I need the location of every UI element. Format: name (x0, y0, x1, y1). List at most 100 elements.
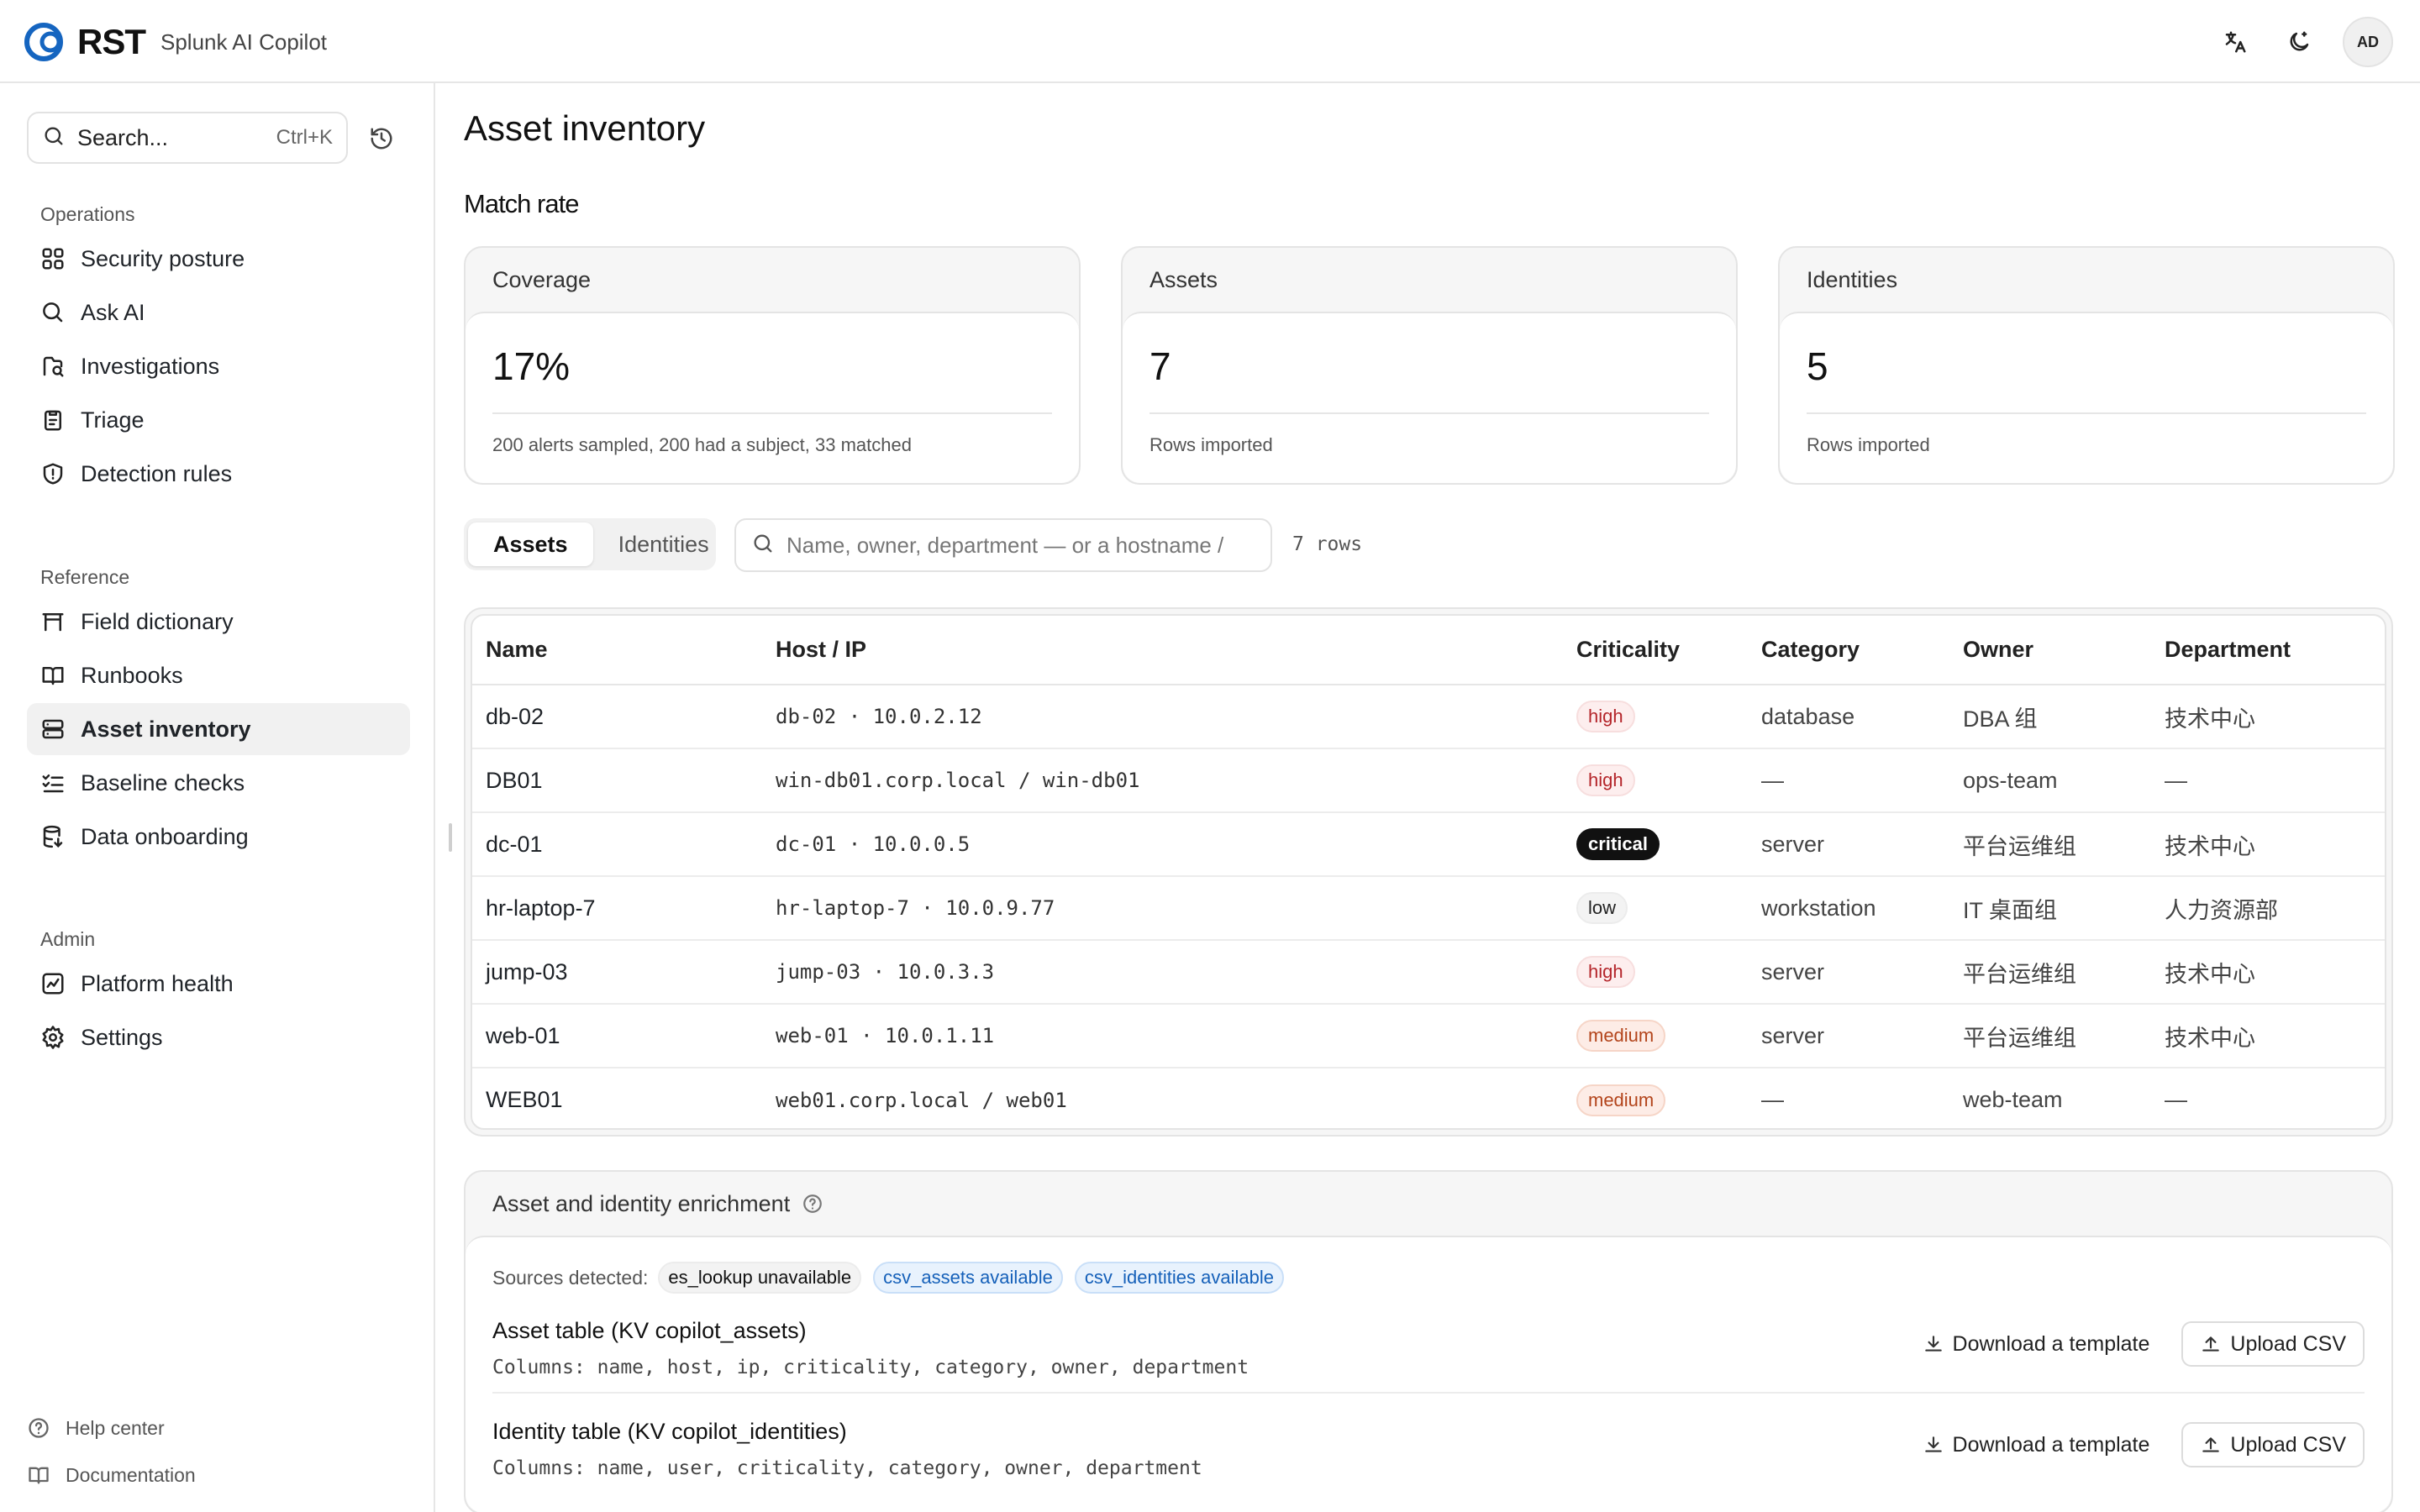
health-chart-icon (42, 973, 64, 995)
top-bar: RST Splunk AI Copilot AD (0, 0, 2420, 83)
cell-name: DB01 (472, 748, 762, 813)
book-icon (29, 1467, 49, 1484)
sidebar-item-triage[interactable]: Triage (27, 394, 410, 446)
nav-heading: Operations (40, 203, 135, 225)
main-content: Asset inventory Match rate Coverage 17% … (464, 83, 2396, 1512)
upload-csv-button[interactable]: Upload CSV (2181, 1321, 2365, 1367)
documentation-link[interactable]: Documentation (27, 1452, 410, 1499)
table-row[interactable]: WEB01 web01.corp.local / web01 medium — web-… (472, 1068, 2385, 1128)
user-avatar[interactable]: AD (2343, 17, 2393, 67)
sidebar-item-label: Security posture (81, 245, 245, 271)
help-center-link[interactable]: Help center (27, 1404, 410, 1452)
sidebar-item-label: Asset inventory (81, 716, 251, 742)
tab-identities[interactable]: Identities (593, 522, 734, 566)
cell-owner: 平台运维组 (1949, 1004, 2151, 1068)
sidebar-item-label: Baseline checks (81, 769, 245, 795)
sidebar-item-runbooks[interactable]: Runbooks (27, 649, 410, 701)
server-icon (42, 719, 64, 739)
sidebar-item-ask-ai[interactable]: Ask AI (27, 286, 410, 339)
sidebar-item-platform-health[interactable]: Platform health (27, 958, 410, 1010)
filter-input[interactable] (786, 532, 1255, 559)
cell-department: — (2165, 1087, 2187, 1112)
cell-criticality: medium (1563, 1004, 1748, 1068)
sidebar-item-label: Field dictionary (81, 608, 234, 634)
table-row[interactable]: dc-01 dc-01 · 10.0.0.5 critical server 平台运维组… (472, 812, 2385, 877)
upload-icon (2202, 1437, 2220, 1452)
assets-card: Assets 7 Rows imported (1121, 246, 1738, 485)
cell-category: — (1761, 1087, 1784, 1112)
help-center-label: Help center (66, 1416, 165, 1439)
sidebar-item-investigations[interactable]: Investigations (27, 340, 410, 392)
logo-text: RST (77, 22, 146, 61)
sidebar-item-data-onboarding[interactable]: Data onboarding (27, 811, 410, 863)
sidebar-item-settings[interactable]: Settings (27, 1011, 410, 1063)
column-header-department[interactable]: Department (2151, 616, 2385, 685)
sidebar-item-detection-rules[interactable]: Detection rules (27, 448, 410, 500)
cell-owner: 平台运维组 (1949, 940, 2151, 1005)
column-header-name[interactable]: Name (472, 616, 762, 685)
translate-icon[interactable] (2215, 22, 2255, 62)
search-icon (43, 302, 63, 323)
cell-department: 技术中心 (2151, 1004, 2385, 1068)
table-row[interactable]: web-01 web-01 · 10.0.1.11 medium server 平台运维… (472, 1004, 2385, 1068)
card-label: Identities (1807, 267, 1898, 292)
cell-host: web-01 · 10.0.1.11 (762, 1004, 1563, 1068)
table-row[interactable]: jump-03 jump-03 · 10.0.3.3 high server 平台运维组… (472, 940, 2385, 1005)
history-icon[interactable] (363, 120, 400, 157)
kv-table-columns: Columns: name, user, criticality, catego… (492, 1457, 1202, 1479)
app-logo[interactable]: RST Splunk AI Copilot (22, 20, 327, 64)
download-label: Download a template (1952, 1432, 2150, 1457)
download-template-button[interactable]: Download a template (1923, 1422, 2150, 1467)
checklist-icon (42, 774, 64, 793)
table-row[interactable]: DB01 win-db01.corp.local / win-db01 high — o… (472, 748, 2385, 813)
divider (492, 412, 1052, 414)
sidebar-item-baseline-checks[interactable]: Baseline checks (27, 757, 410, 809)
sidebar-item-security-posture[interactable]: Security posture (27, 233, 410, 285)
cell-criticality: high (1563, 940, 1748, 1005)
download-template-button[interactable]: Download a template (1923, 1321, 2149, 1367)
nav-heading: Admin (40, 928, 96, 950)
column-header-category[interactable]: Category (1748, 616, 1949, 685)
search-placeholder: Search... (77, 124, 169, 150)
cell-owner: IT 桌面组 (1949, 876, 2151, 941)
upload-label: Upload CSV (2230, 1432, 2346, 1457)
cell-owner: web-team (1963, 1087, 2063, 1112)
book-icon (42, 667, 64, 685)
help-icon[interactable] (802, 1193, 823, 1215)
tab-assets[interactable]: Assets (468, 522, 593, 566)
cell-department: 技术中心 (2151, 940, 2385, 1005)
card-label: Coverage (492, 267, 592, 292)
sidebar-item-label: Platform health (81, 970, 234, 996)
cell-department: 人力资源部 (2151, 876, 2385, 941)
sidebar: Search... Ctrl+K Operations Security pos… (0, 83, 435, 1512)
column-header-owner[interactable]: Owner (1949, 616, 2151, 685)
card-value: 5 (1807, 344, 1828, 388)
sidebar-item-field-dictionary[interactable]: Field dictionary (27, 596, 410, 648)
cell-department: 技术中心 (2151, 685, 2385, 749)
sidebar-item-asset-inventory[interactable]: Asset inventory (27, 703, 410, 755)
sidebar-search[interactable]: Search... Ctrl+K (27, 112, 348, 164)
cell-criticality: high (1563, 748, 1748, 813)
sidebar-item-label: Investigations (81, 353, 220, 379)
upload-icon (2202, 1336, 2220, 1352)
sidebar-resize-handle[interactable] (449, 823, 452, 852)
cell-name: db-02 (472, 685, 762, 749)
nav-heading: Reference (40, 566, 130, 588)
sidebar-item-label: Data onboarding (81, 823, 249, 849)
table-row[interactable]: db-02 db-02 · 10.0.2.12 high database DBA 组技… (472, 685, 2385, 749)
shield-icon (43, 463, 63, 485)
source-chip: csv_identities available (1074, 1262, 1284, 1294)
identities-card: Identities 5 Rows imported (1778, 246, 2395, 485)
download-icon (1924, 1336, 1942, 1352)
cell-category: database (1748, 685, 1949, 749)
table-row[interactable]: hr-laptop-7 hr-laptop-7 · 10.0.9.77 low wor… (472, 876, 2385, 941)
column-header-criticality[interactable]: Criticality (1563, 616, 1748, 685)
nav-section-reference: Reference Field dictionary Runbooks Asse… (27, 560, 410, 863)
column-header-host[interactable]: Host / IP (762, 616, 1563, 685)
sources-detected: Sources detected: es_lookup unavailable … (492, 1261, 2365, 1294)
cell-owner: DBA 组 (1949, 685, 2151, 749)
cell-category: server (1748, 940, 1949, 1005)
upload-csv-button[interactable]: Upload CSV (2181, 1422, 2365, 1467)
theme-toggle-icon[interactable] (2279, 22, 2319, 62)
criticality-badge: high (1576, 701, 1635, 732)
